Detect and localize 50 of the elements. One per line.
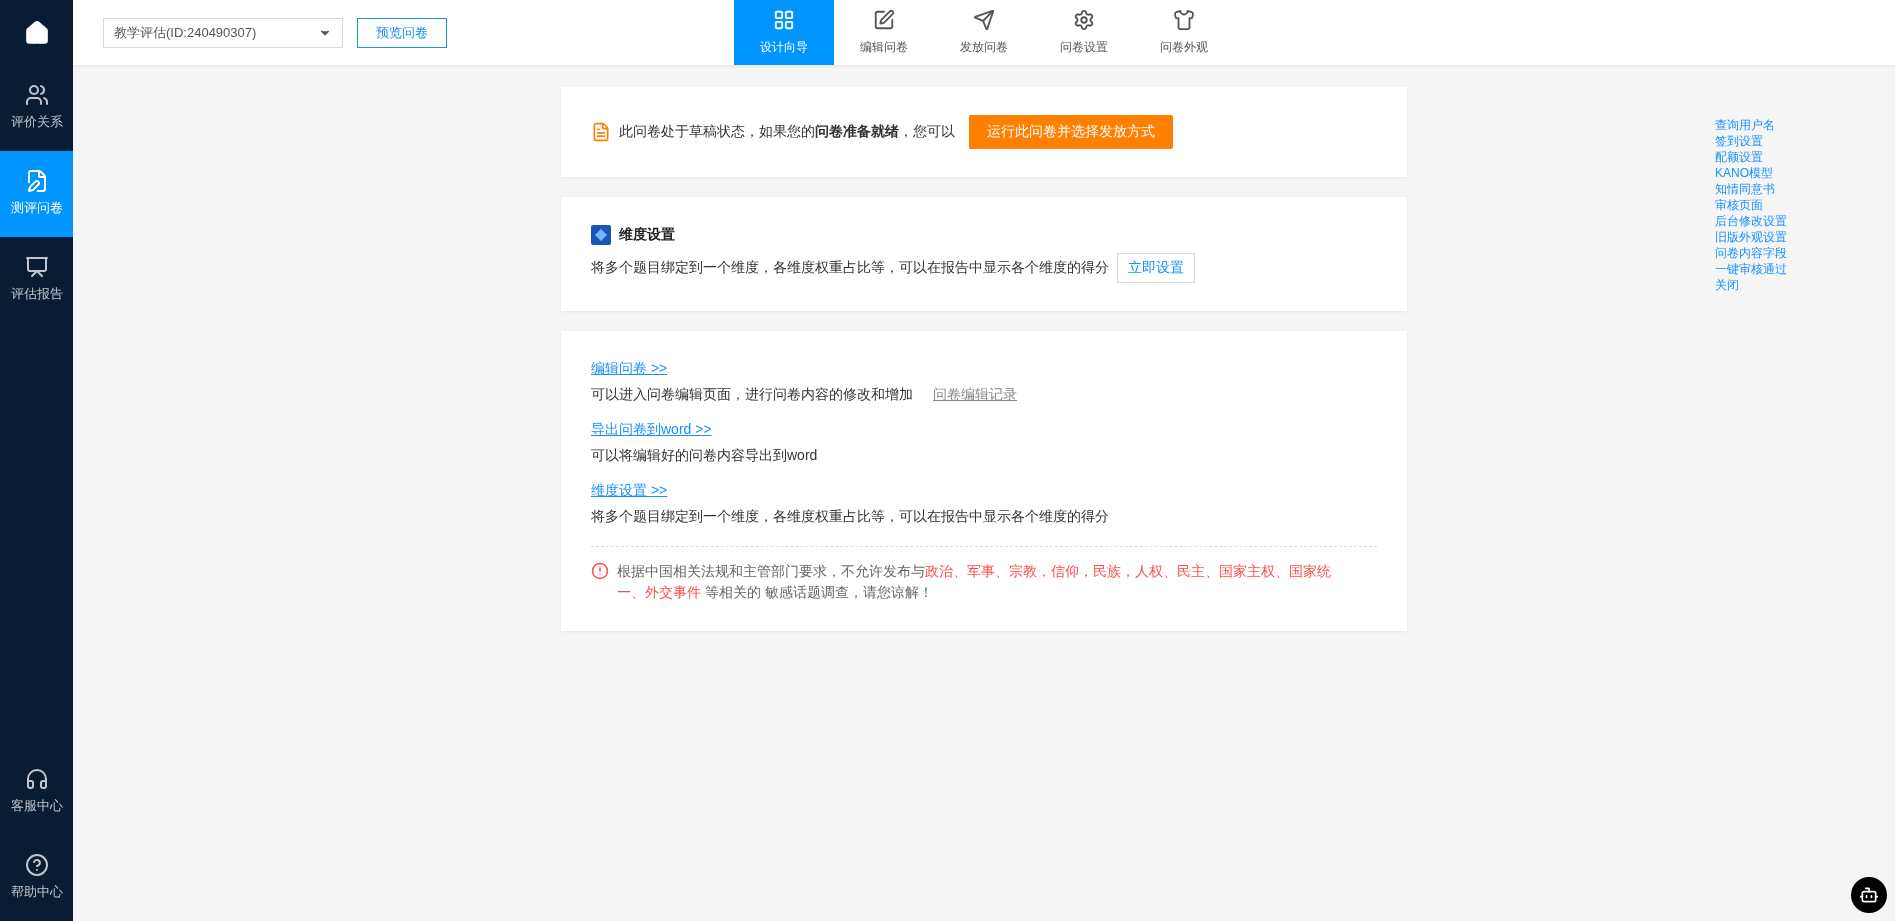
nav-tab[interactable]: 设计向导	[734, 0, 834, 65]
preview-button[interactable]: 预览问卷	[357, 17, 447, 48]
nav-tab[interactable]: 问卷外观	[1134, 0, 1234, 65]
tool-link[interactable]: 知情同意书	[1715, 181, 1787, 197]
presentation-board-icon	[24, 255, 49, 279]
sidebar-item[interactable]: 评估报告	[0, 237, 73, 323]
grid-icon	[773, 9, 795, 31]
headset-icon	[24, 767, 49, 791]
people-icon	[24, 83, 49, 107]
section-link[interactable]: 维度设置 >>	[591, 482, 668, 498]
tool-link[interactable]: 审核页面	[1715, 197, 1787, 213]
edit-history-link[interactable]: 问卷编辑记录	[933, 386, 1017, 404]
run-survey-button[interactable]: 运行此问卷并选择发放方式	[969, 115, 1173, 149]
tool-link[interactable]: 问卷内容字段	[1715, 245, 1787, 261]
section-description: 可以将编辑好的问卷内容导出到word	[591, 447, 818, 465]
nav-tab[interactable]: 编辑问卷	[834, 0, 934, 65]
tool-link[interactable]: 配额设置	[1715, 149, 1787, 165]
tool-link[interactable]: 一键审核通过	[1715, 261, 1787, 277]
sidebar-item[interactable]: 评价关系	[0, 65, 73, 151]
section-description: 可以进入问卷编辑页面，进行问卷内容的修改和增加	[591, 386, 913, 404]
section-description: 将多个题目绑定到一个维度，各维度权重占比等，可以在报告中显示各个维度的得分	[591, 508, 1109, 526]
nav-tab[interactable]: 发放问卷	[934, 0, 1034, 65]
survey-select[interactable]: 教学评估(ID:240490307)	[103, 17, 343, 48]
pen-square-icon	[873, 9, 895, 31]
paper-plane-icon	[973, 9, 995, 31]
chat-bot-button[interactable]	[1851, 877, 1887, 913]
section-link[interactable]: 编辑问卷 >>	[591, 360, 668, 376]
settings-icon	[1073, 9, 1095, 31]
compliance-warning: 根据中国相关法规和主管部门要求，不允许发布与政治、军事、宗教，信仰，民族，人权、民主、国家主权、国家统一、外交事件 等相关的 敏感话题调查，请您谅解！	[617, 562, 1332, 602]
document-icon	[591, 122, 611, 142]
alert-icon	[591, 562, 609, 580]
robot-icon	[1859, 885, 1879, 905]
nav-tab[interactable]: 问卷设置	[1034, 0, 1134, 65]
section-link[interactable]: 导出问卷到word >>	[591, 421, 712, 437]
notice-text: 此问卷处于草稿状态，如果您的问卷准备就绪，您可以	[619, 123, 955, 141]
tool-link[interactable]: 查询用户名	[1715, 117, 1787, 133]
sidebar-item[interactable]: 客服中心	[0, 749, 73, 835]
tool-link[interactable]: 后台修改设置	[1715, 213, 1787, 229]
dimension-description: 将多个题目绑定到一个维度，各维度权重占比等，可以在报告中显示各个维度的得分	[591, 259, 1109, 277]
set-now-button[interactable]: 立即设置	[1117, 253, 1195, 283]
tool-link[interactable]: KANO模型	[1715, 165, 1787, 181]
dimension-title: 维度设置	[619, 226, 675, 244]
tool-link[interactable]: 关闭	[1715, 277, 1787, 293]
tool-link[interactable]: 旧版外观设置	[1715, 229, 1787, 245]
tool-link[interactable]: 签到设置	[1715, 133, 1787, 149]
shirt-icon	[1173, 9, 1195, 31]
home-icon	[23, 19, 50, 46]
help-icon	[24, 853, 49, 877]
sidebar-item[interactable]: 测评问卷	[0, 151, 73, 237]
sidebar-item[interactable]: 帮助中心	[0, 835, 73, 921]
